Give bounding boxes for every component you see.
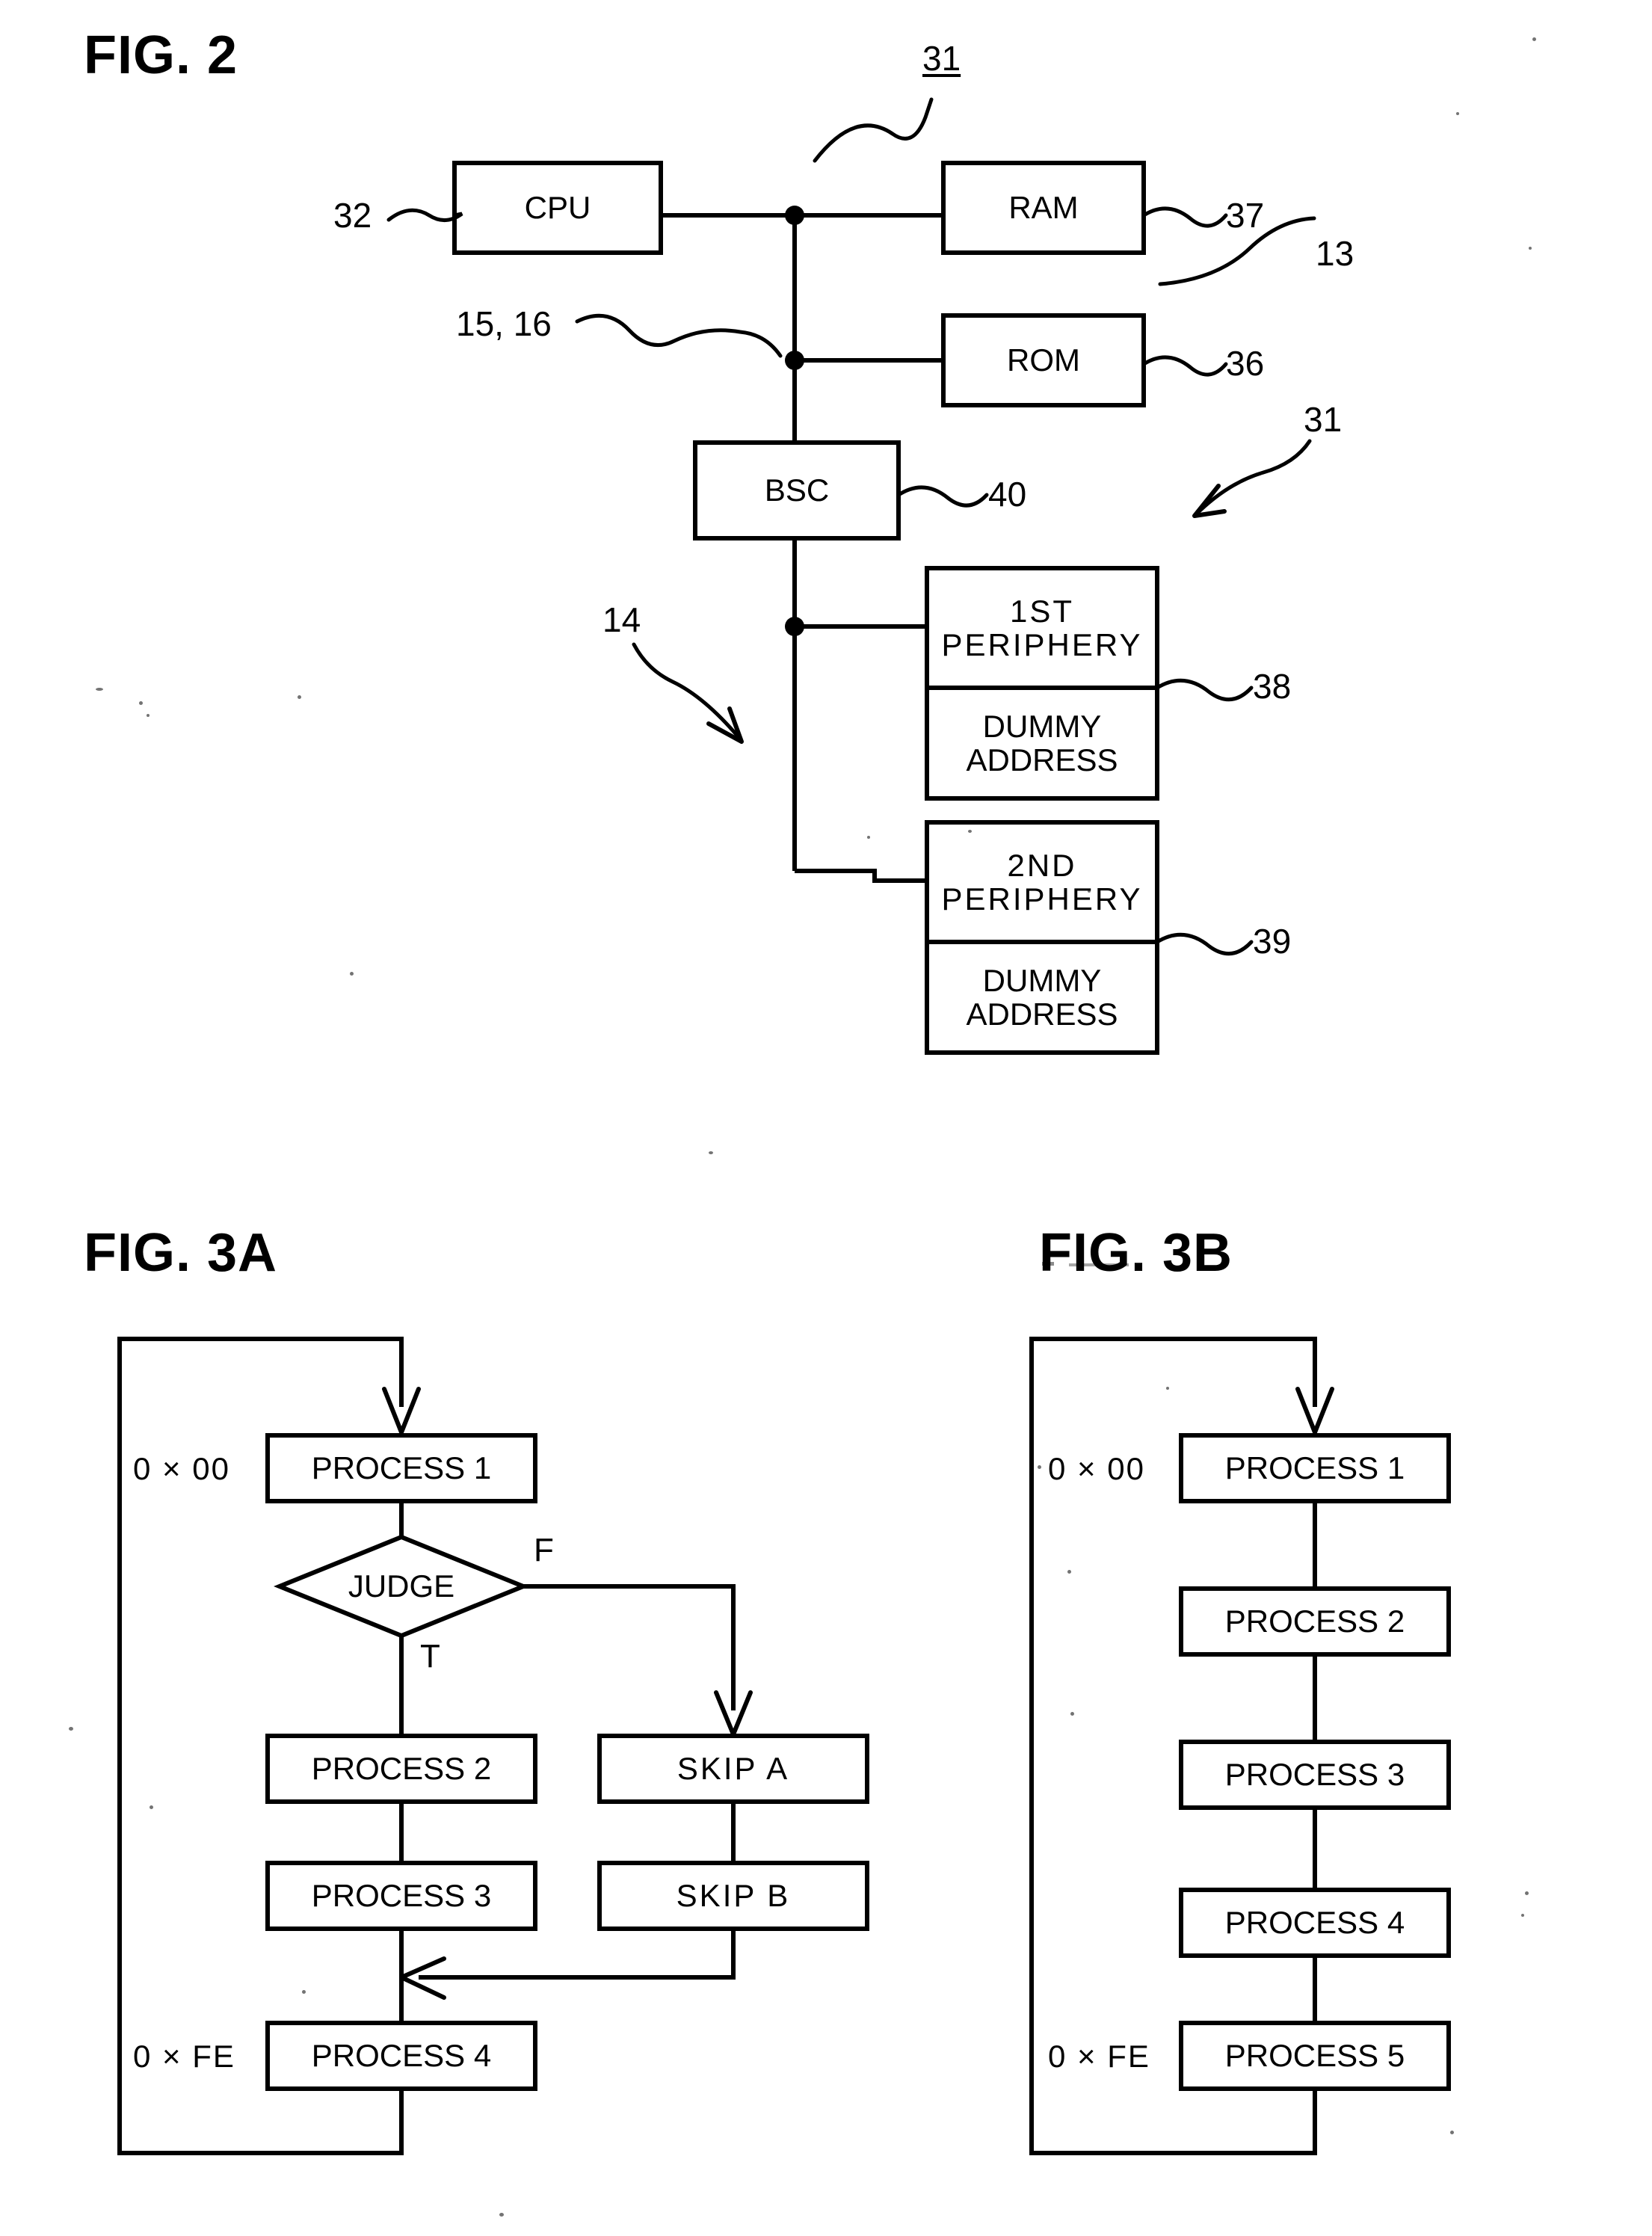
scan-speck <box>96 688 103 691</box>
fig2-leader-31-top <box>813 97 934 163</box>
fig3a-process3-label: PROCESS 3 <box>311 1878 492 1914</box>
fig2-arrow-14-curve <box>632 642 741 739</box>
fig2-ref-36: 36 <box>1226 344 1265 383</box>
scan-speck <box>867 836 870 839</box>
scan-speck <box>1529 247 1532 250</box>
scan-speck <box>139 701 143 705</box>
fig2-leader-36 <box>1141 355 1228 377</box>
fig2-bus-junction-dot-periphery <box>785 617 804 636</box>
fig2-leader-32 <box>386 208 463 222</box>
fig2-cpu-label: CPU <box>524 190 591 226</box>
fig2-arrow-14-head <box>706 706 744 744</box>
scan-speck <box>1532 37 1536 41</box>
scan-speck <box>298 695 301 699</box>
fig2-ref-31-top: 31 <box>922 39 961 78</box>
fig2-leader-bus <box>575 313 783 358</box>
fig3a-process4-label: PROCESS 4 <box>311 2038 492 2074</box>
scan-speck <box>1069 1263 1129 1266</box>
fig2-leader-39 <box>1155 932 1254 956</box>
scan-speck <box>1521 1914 1524 1917</box>
fig2-ref-bus-15-16: 15, 16 <box>456 304 552 343</box>
scan-speck <box>968 830 972 833</box>
patent-drawing-sheet: .bx { fill:#ffffff; stroke:#000000; stro… <box>0 0 1652 2236</box>
fig3a-branch-true-label: T <box>420 1638 440 1675</box>
scan-speck <box>302 1990 306 1994</box>
fig2-periphery2-label: 2ND PERIPHERY <box>941 847 1143 917</box>
fig2-ref-38: 38 <box>1253 667 1292 706</box>
scan-speck <box>709 1151 713 1154</box>
fig2-title: FIG. 2 <box>84 25 238 85</box>
fig3b-address-end: 0 × FE <box>1048 2039 1150 2074</box>
fig2-ref-14: 14 <box>602 600 641 639</box>
fig3a-judge-label: JUDGE <box>348 1568 455 1604</box>
fig3b-process4-label: PROCESS 4 <box>1224 1905 1405 1941</box>
fig3b-process3-label: PROCESS 3 <box>1224 1757 1405 1793</box>
fig3b-process2-label: PROCESS 2 <box>1224 1604 1405 1639</box>
fig3b-title: FIG. 3B <box>1039 1223 1233 1283</box>
fig2-ref-32: 32 <box>333 196 372 235</box>
fig3a-address-start: 0 × 00 <box>133 1451 230 1486</box>
fig3a-link-skipb-merge <box>419 1929 736 1980</box>
fig2-bsc-label: BSC <box>764 472 830 508</box>
fig2-rom-label: ROM <box>1007 342 1080 378</box>
scan-speck <box>350 972 354 976</box>
fig2-ref-13: 13 <box>1316 234 1354 273</box>
fig2-bus-junction-dot-rom <box>785 351 804 370</box>
scan-speck <box>1450 2131 1454 2134</box>
fig2-ref-40: 40 <box>988 475 1027 514</box>
fig2-bus-junction-dot-ram <box>785 206 804 225</box>
fig3a-branch-false-label: F <box>534 1532 554 1568</box>
fig2-leader-38 <box>1155 678 1254 702</box>
fig2-arrow-31-curve <box>1192 439 1312 518</box>
scan-speck <box>1166 1387 1169 1390</box>
scan-speck <box>499 2213 504 2217</box>
scan-speck <box>1070 1712 1074 1716</box>
fig2-ref-31-right: 31 <box>1304 400 1343 439</box>
fig2-periphery2-dummy-label: DUMMY ADDRESS <box>966 962 1118 1032</box>
fig3a-link-judge-skipa <box>523 1584 736 1710</box>
fig2-periphery1-dummy-label: DUMMY ADDRESS <box>966 708 1118 777</box>
scan-speck <box>150 1805 153 1809</box>
fig2-ref-39: 39 <box>1253 922 1292 961</box>
fig3a-skipb-label: SKIP B <box>676 1878 791 1914</box>
scan-speck <box>1042 1262 1054 1266</box>
fig3b-address-start: 0 × 00 <box>1048 1451 1145 1486</box>
fig3a-skipa-label: SKIP A <box>676 1751 790 1787</box>
scan-speck <box>1456 112 1459 115</box>
fig3b-process1-label: PROCESS 1 <box>1224 1450 1405 1486</box>
fig2-ref-37: 37 <box>1226 196 1265 235</box>
fig2-ram-label: RAM <box>1008 190 1079 226</box>
fig3a-address-end: 0 × FE <box>133 2039 235 2074</box>
fig3a-process2-label: PROCESS 2 <box>311 1751 492 1787</box>
fig2-leader-37 <box>1141 206 1228 228</box>
fig3a-title: FIG. 3A <box>84 1223 278 1283</box>
fig2-branch-to-periphery2 <box>795 869 927 883</box>
scan-speck <box>1067 1570 1071 1574</box>
fig2-periphery1-label: 1ST PERIPHERY <box>941 593 1143 662</box>
scan-speck <box>147 714 150 717</box>
scan-speck <box>69 1727 73 1731</box>
scan-speck <box>1088 890 1091 893</box>
scan-speck <box>1038 1465 1041 1469</box>
fig3a-process1-label: PROCESS 1 <box>311 1450 492 1486</box>
fig3b-process5-label: PROCESS 5 <box>1224 2038 1405 2074</box>
scan-speck <box>1525 1891 1529 1895</box>
fig2-leader-40 <box>896 485 989 508</box>
